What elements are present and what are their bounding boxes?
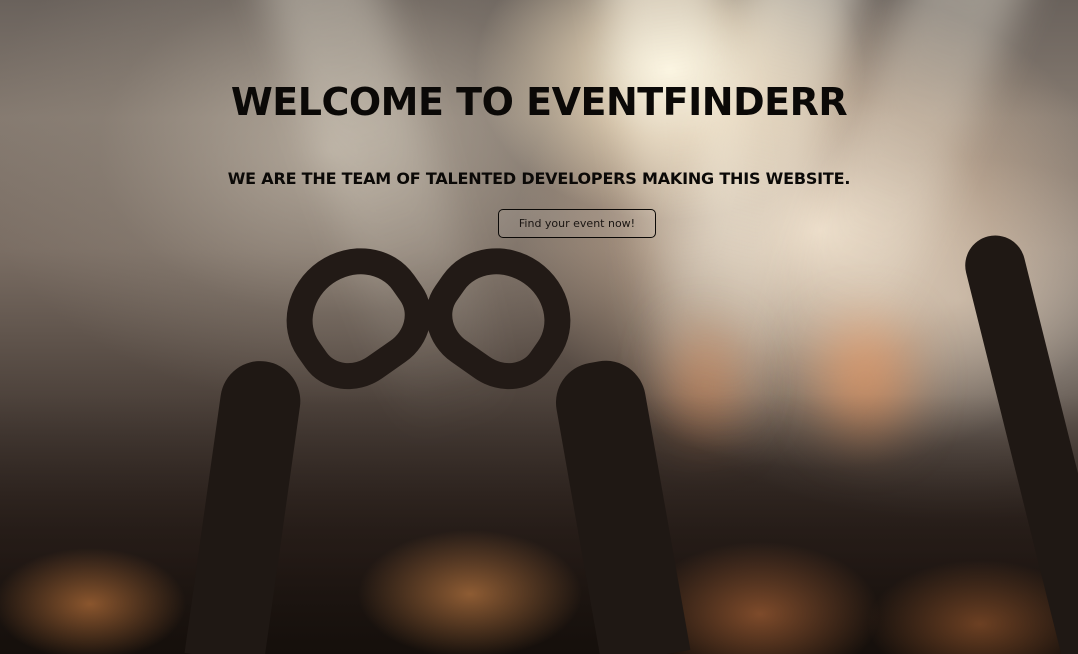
find-event-button[interactable]: Find your event now! xyxy=(498,209,656,238)
hero-subtitle: WE ARE THE TEAM OF TALENTED DEVELOPERS M… xyxy=(227,169,851,188)
page-title: WELCOME TO EVENTFINDERR xyxy=(230,80,848,124)
crowd-silhouette xyxy=(0,394,1078,654)
